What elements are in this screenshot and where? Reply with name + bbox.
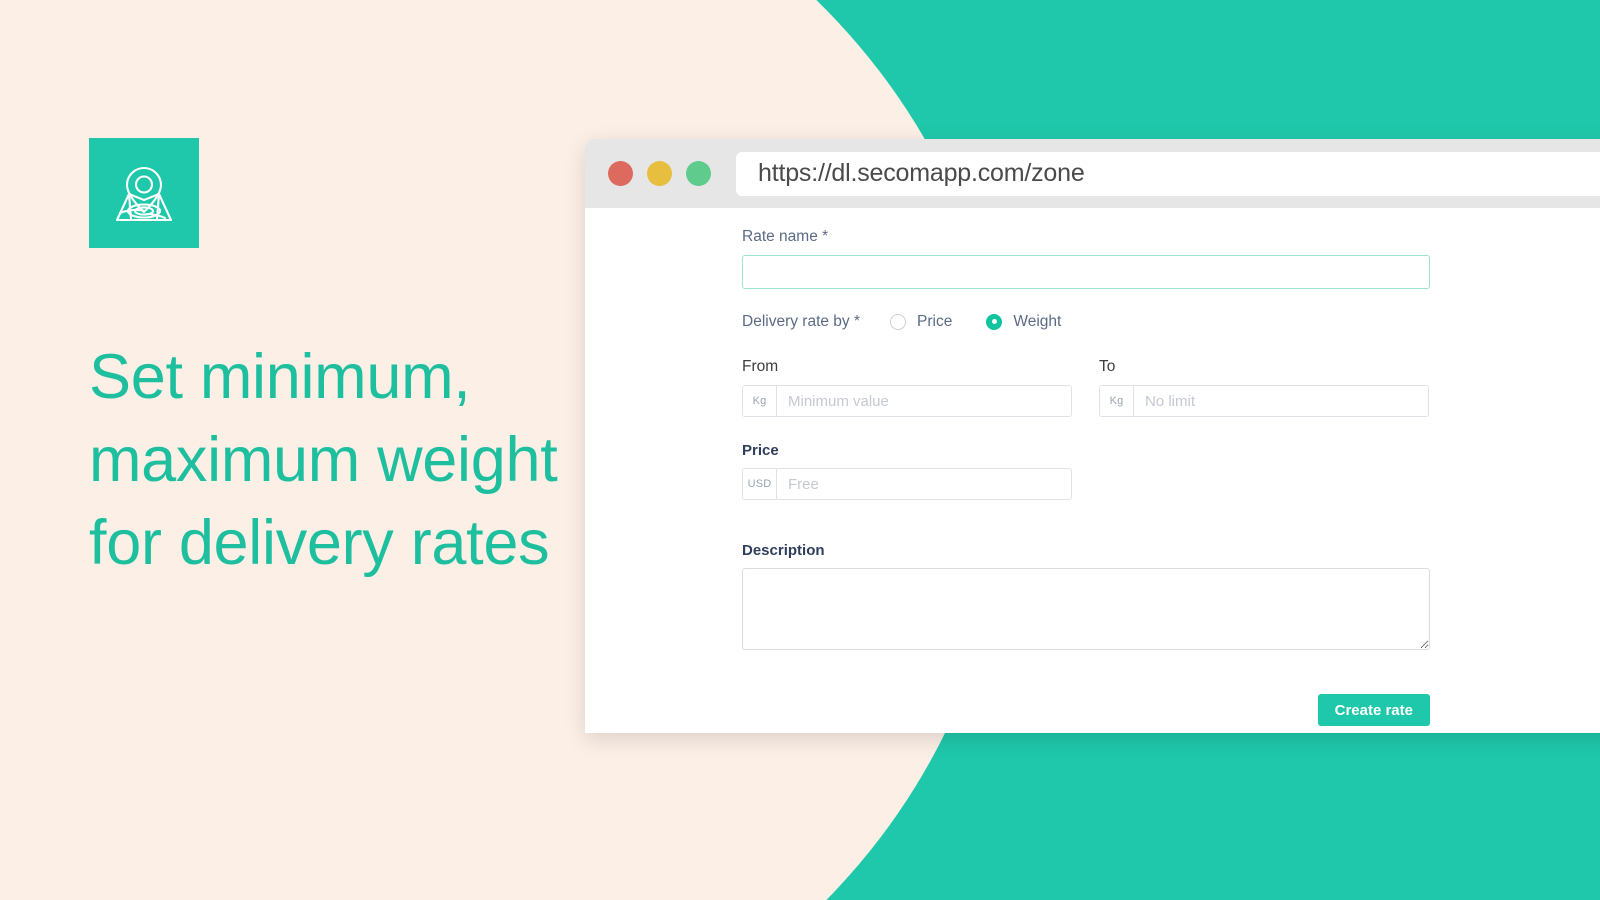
price-field-group: Price USD (742, 442, 1072, 500)
radio-weight-label: Weight (1013, 313, 1062, 330)
promo-banner: Set minimum, maximum weight for delivery… (0, 0, 1600, 900)
radio-option-weight[interactable]: Weight (986, 313, 1061, 331)
radio-price-icon (890, 314, 907, 330)
from-input-group: Kg (742, 385, 1072, 417)
to-unit-addon: Kg (1100, 386, 1134, 416)
to-input-group: Kg (1099, 385, 1429, 417)
radio-option-price[interactable]: Price (890, 313, 952, 331)
form-actions: Create rate (742, 694, 1430, 726)
browser-window: https://dl.secomapp.com/zone Rate name *… (585, 139, 1600, 733)
rate-name-label: Rate name * (742, 228, 829, 245)
create-rate-button[interactable]: Create rate (1317, 694, 1430, 726)
close-dot[interactable] (608, 161, 633, 186)
minimize-dot[interactable] (647, 161, 672, 186)
to-input[interactable] (1134, 386, 1428, 416)
promo-headline: Set minimum, maximum weight for delivery… (89, 342, 558, 578)
from-label: From (742, 358, 779, 375)
rate-name-field-group: Rate name * (742, 228, 1432, 289)
browser-chrome: https://dl.secomapp.com/zone (585, 139, 1600, 208)
description-field-group: Description (742, 542, 1432, 650)
url-bar[interactable]: https://dl.secomapp.com/zone (736, 151, 1600, 196)
weight-range-row: From Kg To Kg (742, 358, 1432, 417)
description-textarea[interactable] (742, 568, 1430, 650)
delivery-rate-by-label: Delivery rate by * (742, 313, 861, 330)
description-label: Description (742, 542, 825, 559)
window-controls (608, 161, 711, 186)
radio-weight-icon (986, 314, 1003, 330)
to-label: To (1099, 358, 1116, 375)
price-input-group: USD (742, 468, 1072, 500)
maximize-dot[interactable] (686, 161, 711, 186)
rate-name-input[interactable] (742, 255, 1430, 289)
from-input[interactable] (777, 386, 1071, 416)
price-currency-addon: USD (743, 469, 777, 499)
map-pin-location-icon (89, 138, 199, 248)
price-input[interactable] (777, 469, 1071, 499)
page-content: Rate name * Delivery rate by * Price Wei… (585, 208, 1600, 733)
radio-price-label: Price (917, 313, 953, 330)
from-unit-addon: Kg (743, 386, 777, 416)
create-rate-form: Rate name * Delivery rate by * Price Wei… (742, 228, 1432, 726)
delivery-rate-by-group: Delivery rate by * Price Weight (742, 313, 1432, 331)
url-text: https://dl.secomapp.com/zone (758, 159, 1085, 187)
price-label: Price (742, 442, 779, 459)
from-field-group: From Kg (742, 358, 1072, 417)
promo-panel: Set minimum, maximum weight for delivery… (89, 138, 559, 585)
to-field-group: To Kg (1099, 358, 1429, 417)
